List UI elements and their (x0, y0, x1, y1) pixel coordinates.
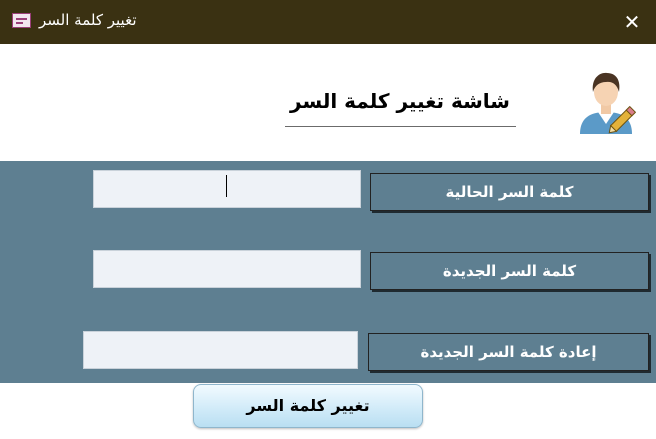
confirm-password-input[interactable] (83, 331, 358, 369)
page-title: شاشة تغيير كلمة السر (290, 89, 510, 113)
form-icon (12, 13, 31, 28)
title-bar[interactable]: تغيير كلمة السر ✕ (0, 0, 656, 44)
title-underline (285, 126, 516, 127)
confirm-password-label: إعادة كلمة السر الجديدة (368, 333, 649, 371)
new-password-input[interactable] (93, 250, 361, 288)
current-password-label: كلمة السر الحالية (370, 173, 649, 211)
header-section: شاشة تغيير كلمة السر (0, 44, 656, 161)
text-cursor (226, 175, 227, 197)
change-password-button[interactable]: تغيير كلمة السر (193, 384, 423, 428)
close-icon[interactable]: ✕ (622, 12, 642, 32)
current-password-input[interactable] (93, 170, 361, 208)
change-password-window: تغيير كلمة السر ✕ شاشة تغيير كلمة السر ك… (0, 0, 656, 439)
form-panel: كلمة السر الحالية كلمة السر الجديدة إعاد… (0, 161, 656, 383)
user-edit-icon (580, 72, 636, 134)
window-title: تغيير كلمة السر (39, 11, 137, 29)
new-password-label: كلمة السر الجديدة (370, 252, 649, 290)
